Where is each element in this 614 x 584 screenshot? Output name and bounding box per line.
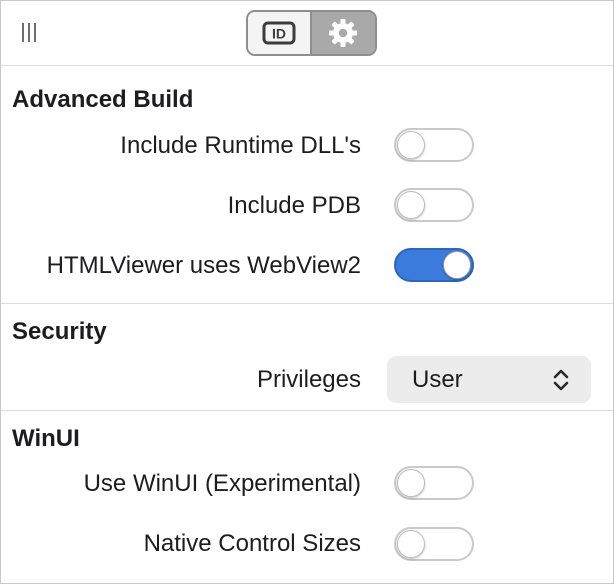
svg-text:ID: ID <box>272 26 286 42</box>
use-winui-switch[interactable] <box>394 466 474 500</box>
privileges-popup[interactable]: User <box>387 356 591 403</box>
switch-knob <box>443 251 471 279</box>
id-inspector-button[interactable]: ID <box>248 12 312 54</box>
inspector-toolbar: ID <box>1 1 613 65</box>
inspector-panel: ID Advanced Build Include Runtime DLL's … <box>0 0 614 584</box>
chevron-up-down-icon <box>553 369 569 391</box>
use-winui-label: Use WinUI (Experimental) <box>83 470 361 497</box>
native-control-sizes-switch[interactable] <box>394 527 474 561</box>
switch-knob <box>397 469 425 497</box>
include-pdb-switch[interactable] <box>394 188 474 222</box>
inspector-segmented-control: ID <box>246 10 377 56</box>
htmlviewer-webview2-switch[interactable] <box>394 248 474 282</box>
privileges-label: Privileges <box>256 366 361 393</box>
native-control-sizes-label: Native Control Sizes <box>143 530 361 557</box>
id-icon: ID <box>262 21 296 45</box>
switch-knob <box>397 131 425 159</box>
privileges-value: User <box>412 366 463 393</box>
htmlviewer-webview2-label: HTMLViewer uses WebView2 <box>46 252 361 279</box>
gear-icon <box>329 19 358 47</box>
section-title-advanced-build: Advanced Build <box>12 86 194 113</box>
section-title-security: Security <box>12 318 107 345</box>
switch-knob <box>397 191 425 219</box>
section-divider <box>1 303 613 304</box>
toolbar-divider <box>1 65 613 66</box>
switch-knob <box>397 530 425 558</box>
include-pdb-label: Include PDB <box>227 192 361 219</box>
include-runtime-dlls-label: Include Runtime DLL's <box>120 132 361 159</box>
settings-inspector-button[interactable] <box>311 12 375 54</box>
drag-handle-icon[interactable] <box>22 23 38 43</box>
include-runtime-dlls-switch[interactable] <box>394 128 474 162</box>
section-title-winui: WinUI <box>12 425 80 452</box>
section-divider <box>1 410 613 411</box>
